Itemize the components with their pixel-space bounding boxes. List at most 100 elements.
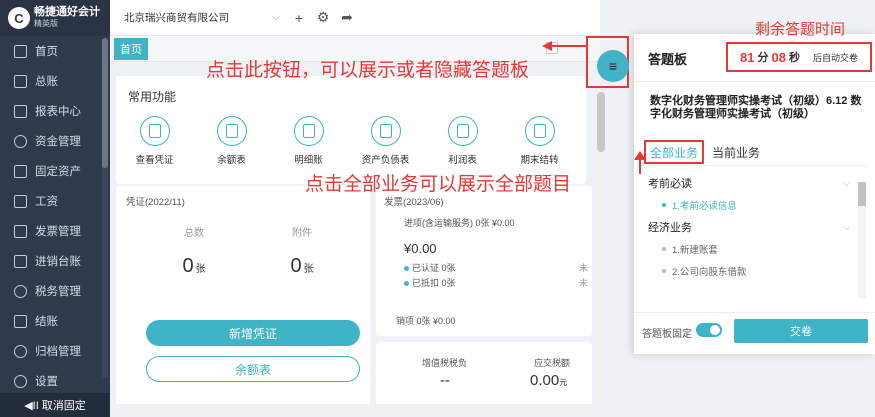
add-icon[interactable]: + <box>288 7 310 29</box>
gear-icon[interactable]: ⚙ <box>312 7 334 29</box>
quick-income-statement[interactable]: 利润表 <box>424 116 501 166</box>
sidebar-item-funds[interactable]: 资金管理 <box>0 126 110 156</box>
sidebar-scroll-thumb[interactable] <box>102 38 108 168</box>
voucher-unit: 张 <box>303 264 314 275</box>
tax-due-unit: 元 <box>559 378 568 387</box>
quick-view-voucher[interactable]: 查看凭证 <box>116 116 193 166</box>
panel-toggle-button[interactable]: ≡ <box>597 50 629 82</box>
sidebar: C 畅捷通好会计 精英版 首页 总账 报表中心 资金管理 固定资产 工资 发票管… <box>0 0 110 417</box>
sidebar-scrollbar[interactable] <box>102 38 108 378</box>
balance-table-button[interactable]: 余额表 <box>146 356 360 382</box>
panel-scroll-thumb[interactable] <box>858 182 866 206</box>
top-bar: 北京瑞兴商贸有限公司 ⌵ + ⚙ ➦ <box>110 0 600 36</box>
sidebar-item-label: 资金管理 <box>35 136 81 148</box>
exam-title: 数字化财务管理师实操考试（初级）6.12 数字化财务管理师实操考试（初级） <box>650 95 862 120</box>
sidebar-item-reports[interactable]: 报表中心 <box>0 96 110 126</box>
question-item[interactable]: 1.考前必读信息 <box>634 194 862 216</box>
main-horizontal-scrollbar[interactable] <box>116 404 602 414</box>
invoice-card: 发票(2023/06) 进项(含运输服务) 0张 ¥0.00 ¥0.00 已认证… <box>376 186 592 336</box>
chevron-down-icon: ⌵ <box>843 221 850 232</box>
cancel-fixed-button[interactable]: ◀II 取消固定 <box>0 393 110 417</box>
submit-exam-button[interactable]: 交卷 <box>734 319 868 343</box>
question-list: 考前必读 ⌵ 1.考前必读信息 经济业务 ⌵ 1.新建账套 2.公司向股东借款 <box>634 172 862 297</box>
voucher-attach-value: 0 <box>290 255 302 277</box>
logo-sub: 精英版 <box>34 19 58 28</box>
sidebar-item-settings[interactable]: 设置 <box>0 366 110 396</box>
question-item[interactable]: 2.公司向股东借款 <box>634 260 862 282</box>
company-select[interactable]: 北京瑞兴商贸有限公司 ⌵ <box>118 6 286 30</box>
quick-item-label: 利润表 <box>448 155 477 166</box>
sidebar-item-inventory[interactable]: 进销台账 <box>0 246 110 276</box>
quick-item-label: 期末结转 <box>520 155 559 166</box>
salary-icon <box>14 194 27 208</box>
quick-item-label: 查看凭证 <box>135 155 174 166</box>
main-content: 常用功能 查看凭证 余额表 明细账 资产负债表 利润表 期末结转 凭证(2022… <box>116 66 596 411</box>
question-label: 1.新建账套 <box>672 245 718 256</box>
sidebar-menu: 首页 总账 报表中心 资金管理 固定资产 工资 发票管理 进销台账 税务管理 结… <box>0 36 110 396</box>
quick-item-label: 明细账 <box>294 155 323 166</box>
statement-icon <box>370 116 401 146</box>
tab-current-task[interactable]: 当前业务 <box>712 144 760 161</box>
cancel-fixed-label: 取消固定 <box>41 400 86 412</box>
tax-card: 增值税税负 应交税额 -- 0.00元 <box>376 342 592 411</box>
sidebar-item-label: 进销台账 <box>35 256 81 268</box>
quick-balance-sheet-list[interactable]: 余额表 <box>193 116 270 166</box>
quick-detail-ledger[interactable]: 明细账 <box>270 116 347 166</box>
sidebar-item-checkout[interactable]: 结账 <box>0 306 110 336</box>
ledger-icon <box>14 74 27 88</box>
tab-all-tasks[interactable]: 全部业务 <box>644 140 705 164</box>
home-icon <box>14 44 27 58</box>
share-icon[interactable]: ➦ <box>336 7 358 29</box>
countdown-timer: 81 分 08 秒 后自动交卷 <box>726 42 872 72</box>
voucher-icon <box>139 116 170 146</box>
timer-seconds: 08 <box>771 49 786 65</box>
chart-icon <box>14 104 27 118</box>
sidebar-item-salary[interactable]: 工资 <box>0 186 110 216</box>
main-scroll-thumb[interactable] <box>597 92 605 152</box>
panel-scrollbar[interactable] <box>858 182 866 298</box>
voucher-unit: 张 <box>195 264 206 275</box>
annotation-all-tasks: 点击全部业务可以展示全部题目 <box>305 174 572 195</box>
invoice-certified: 已认证 0张 <box>412 263 456 273</box>
question-label: 1.考前必读信息 <box>672 201 737 212</box>
sidebar-item-label: 结账 <box>35 316 58 328</box>
sidebar-item-label: 首页 <box>35 46 58 58</box>
sidebar-item-archive[interactable]: 归档管理 <box>0 336 110 366</box>
invoice-input-line: 进项(含运输服务) 0张 ¥0.00 <box>404 218 515 228</box>
question-item[interactable]: 1.新建账套 <box>634 238 862 260</box>
balance-icon <box>216 116 247 146</box>
timer-min-unit: 分 <box>757 52 769 64</box>
group-pre-exam[interactable]: 考前必读 ⌵ <box>634 172 862 194</box>
sidebar-item-home[interactable]: 首页 <box>0 36 110 66</box>
group-label: 经济业务 <box>648 222 692 234</box>
auto-submit-text: 后自动交卷 <box>812 52 858 63</box>
quick-period-close[interactable]: 期末结转 <box>501 116 578 166</box>
quick-balance-statement[interactable]: 资产负债表 <box>347 116 424 166</box>
add-voucher-button[interactable]: 新增凭证 <box>146 320 360 346</box>
sidebar-item-label: 工资 <box>35 196 58 208</box>
vat-burden-label: 增值税税负 <box>422 358 468 368</box>
company-name: 北京瑞兴商贸有限公司 <box>124 12 229 24</box>
profit-icon <box>447 116 478 146</box>
app-window: C 畅捷通好会计 精英版 首页 总账 报表中心 资金管理 固定资产 工资 发票管… <box>0 0 875 417</box>
sidebar-item-fixed-assets[interactable]: 固定资产 <box>0 156 110 186</box>
group-business[interactable]: 经济业务 ⌵ <box>634 216 862 238</box>
chevron-down-icon: ⌵ <box>272 12 280 23</box>
sidebar-item-ledger[interactable]: 总账 <box>0 66 110 96</box>
pin-panel-toggle[interactable] <box>696 323 722 337</box>
menu-icon: ≡ <box>608 58 618 74</box>
sidebar-item-tax[interactable]: 税务管理 <box>0 276 110 306</box>
sidebar-item-invoices[interactable]: 发票管理 <box>0 216 110 246</box>
invoice-amount: ¥0.00 <box>404 241 437 256</box>
main-vertical-scrollbar[interactable] <box>596 62 606 402</box>
panel-footer: 答题板固定 交卷 <box>634 312 875 352</box>
sidebar-item-label: 发票管理 <box>35 226 81 238</box>
inventory-icon <box>14 254 27 268</box>
invoice-output-line: 销项 0张 ¥0.00 <box>396 316 456 326</box>
invoice-deducted: 已抵扣 0张 <box>412 278 456 288</box>
tab-home[interactable]: 首页 <box>114 38 148 60</box>
logo-name: 畅捷通好会计 <box>34 6 100 18</box>
sidebar-item-label: 归档管理 <box>35 346 81 358</box>
asset-icon <box>14 164 27 178</box>
detail-icon <box>293 116 324 146</box>
